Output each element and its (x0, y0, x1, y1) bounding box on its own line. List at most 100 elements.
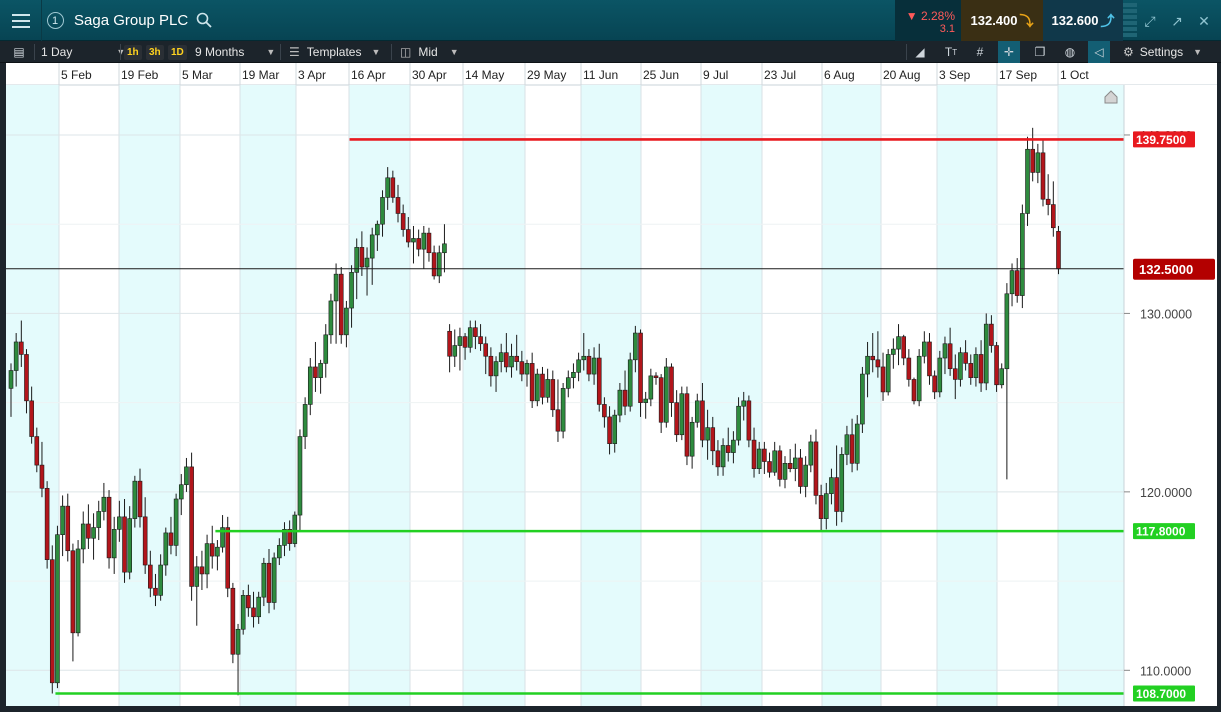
x-tick-label: 17 Sep (999, 68, 1037, 82)
candle (1025, 136, 1030, 226)
candle-body-up (493, 361, 499, 377)
hamburger-menu-button[interactable] (0, 0, 42, 41)
candle-body-down (607, 416, 612, 444)
candle-body-up (194, 566, 200, 587)
timeframe-1d-button[interactable]: 1D (168, 41, 187, 63)
candle-body-down (684, 393, 690, 457)
price-type-label: Mid (418, 45, 438, 59)
close-icon[interactable]: ✕ (1196, 13, 1212, 29)
candle-body-down (710, 427, 716, 452)
candle-body-down (431, 252, 437, 277)
candle (560, 383, 566, 439)
crosshair-icon[interactable]: ✛ (998, 41, 1020, 63)
candle-body-up (741, 400, 747, 407)
candle-body-down (519, 361, 525, 375)
instrument-info-button[interactable]: 1 (42, 0, 68, 41)
candle (44, 481, 50, 569)
candle (1056, 225, 1061, 275)
sell-price-button[interactable]: 132.400 ⤵ (961, 0, 1043, 41)
settings-label: Settings (1139, 45, 1184, 59)
candle-body-up (860, 373, 865, 425)
candle (679, 386, 685, 441)
change-absolute: 3.1 (939, 23, 955, 35)
candle-body-down (622, 389, 628, 407)
candle-body-up (369, 234, 375, 259)
arrow-up-icon: ⤴ (1100, 12, 1115, 29)
candle-body-up (256, 596, 261, 618)
candle-body-up (1020, 213, 1025, 296)
candle-body-up (736, 405, 741, 441)
popout-icon[interactable]: ↗ (1169, 13, 1185, 29)
candle-body-down (359, 247, 365, 268)
candle-body-down (406, 229, 411, 243)
resistance-label: 139.7500 (1136, 133, 1186, 147)
candle-body-up (80, 523, 86, 550)
candle-body-down (540, 373, 545, 398)
chart-list-icon[interactable]: ▤ (8, 41, 30, 63)
grid-icon[interactable]: # (969, 41, 991, 63)
timeframe-1h-button[interactable]: 1h (124, 41, 142, 63)
y-tick-label: 110.0000 (1140, 664, 1191, 678)
templates-icon: ☰ (289, 45, 300, 59)
candle (55, 525, 60, 689)
chart-svg[interactable]: 5 Feb 19 Feb 5 Mar 19 Mar 3 Apr 16 Apr 30 Apr 1… (6, 63, 1217, 706)
candle-body-up (442, 243, 447, 254)
layers-icon[interactable]: ❐ (1029, 41, 1051, 63)
expand-icon[interactable]: ⤢ (1142, 13, 1158, 29)
price-axis[interactable] (1124, 85, 1217, 706)
candle-body-up (612, 414, 618, 444)
timeframe-3h-button[interactable]: 3h (146, 41, 164, 63)
buy-price-button[interactable]: 132.600 ⤴ (1043, 0, 1123, 41)
candle-body-down (478, 336, 483, 345)
candle-body-up (158, 564, 163, 596)
candle-body-up (323, 334, 329, 364)
candle-body-down (787, 463, 793, 469)
candle-body-down (798, 457, 803, 487)
candle-body-up (545, 379, 550, 398)
range-select[interactable]: 9 Months ▼ (195, 41, 275, 63)
price-chart[interactable]: 5 Feb 19 Feb 5 Mar 19 Mar 3 Apr 16 Apr 30 Apr 1… (6, 63, 1217, 706)
candle-body-up (581, 355, 587, 361)
right-border (1217, 63, 1221, 706)
candle-body-up (111, 529, 117, 559)
candle-body-down (947, 343, 953, 370)
candle-body-up (885, 354, 891, 393)
candle-body-down (602, 404, 607, 418)
x-tick-label: 9 Jul (703, 68, 728, 82)
candle-body-up (215, 546, 220, 557)
candle-body-down (968, 363, 974, 378)
price-type-select[interactable]: ◫ Mid ▼ (400, 41, 459, 63)
settings-select[interactable]: ⚙ Settings ▼ (1123, 41, 1202, 63)
candle-body-down (746, 400, 752, 441)
candle-body-down (849, 434, 855, 464)
candle-body-up (942, 343, 948, 359)
chart-window: 1 Saga Group PLC ▼ 2.28% 3.1 132.400 ⤵ 1… (0, 0, 1221, 712)
search-icon[interactable] (196, 12, 212, 28)
candle-body-up (891, 348, 896, 355)
indicator-icon[interactable]: ◍ (1059, 41, 1081, 63)
candle-body-down (870, 355, 876, 361)
candle-body-up (344, 307, 349, 336)
candles-icon: ◫ (400, 45, 412, 59)
interval-select[interactable]: 1 Day ▼ (41, 41, 125, 63)
draw-line-icon[interactable]: ◢ (909, 41, 931, 63)
candle-body-up (261, 562, 267, 598)
candle-body-up (60, 505, 65, 535)
candle-body-up (694, 400, 700, 423)
candle-body-up (756, 448, 762, 469)
text-tool-icon[interactable]: TT (940, 41, 962, 63)
candle-body-down (994, 345, 999, 386)
candle-body-up (173, 498, 179, 546)
candle-body-down (1045, 198, 1051, 205)
candle-body-up (127, 518, 132, 573)
candle-body-down (813, 441, 819, 496)
candle-body-down (462, 336, 468, 348)
candle-body-up (178, 484, 184, 500)
depth-ladder-icon[interactable] (1123, 3, 1137, 38)
candle-body-down (416, 238, 421, 250)
caret-down-icon: ▼ (371, 47, 381, 57)
price-tag-icon[interactable]: ◁ (1088, 41, 1110, 63)
templates-select[interactable]: ☰ Templates ▼ (289, 41, 380, 63)
candle-body-up (999, 368, 1005, 386)
candle-body-down (700, 400, 705, 441)
